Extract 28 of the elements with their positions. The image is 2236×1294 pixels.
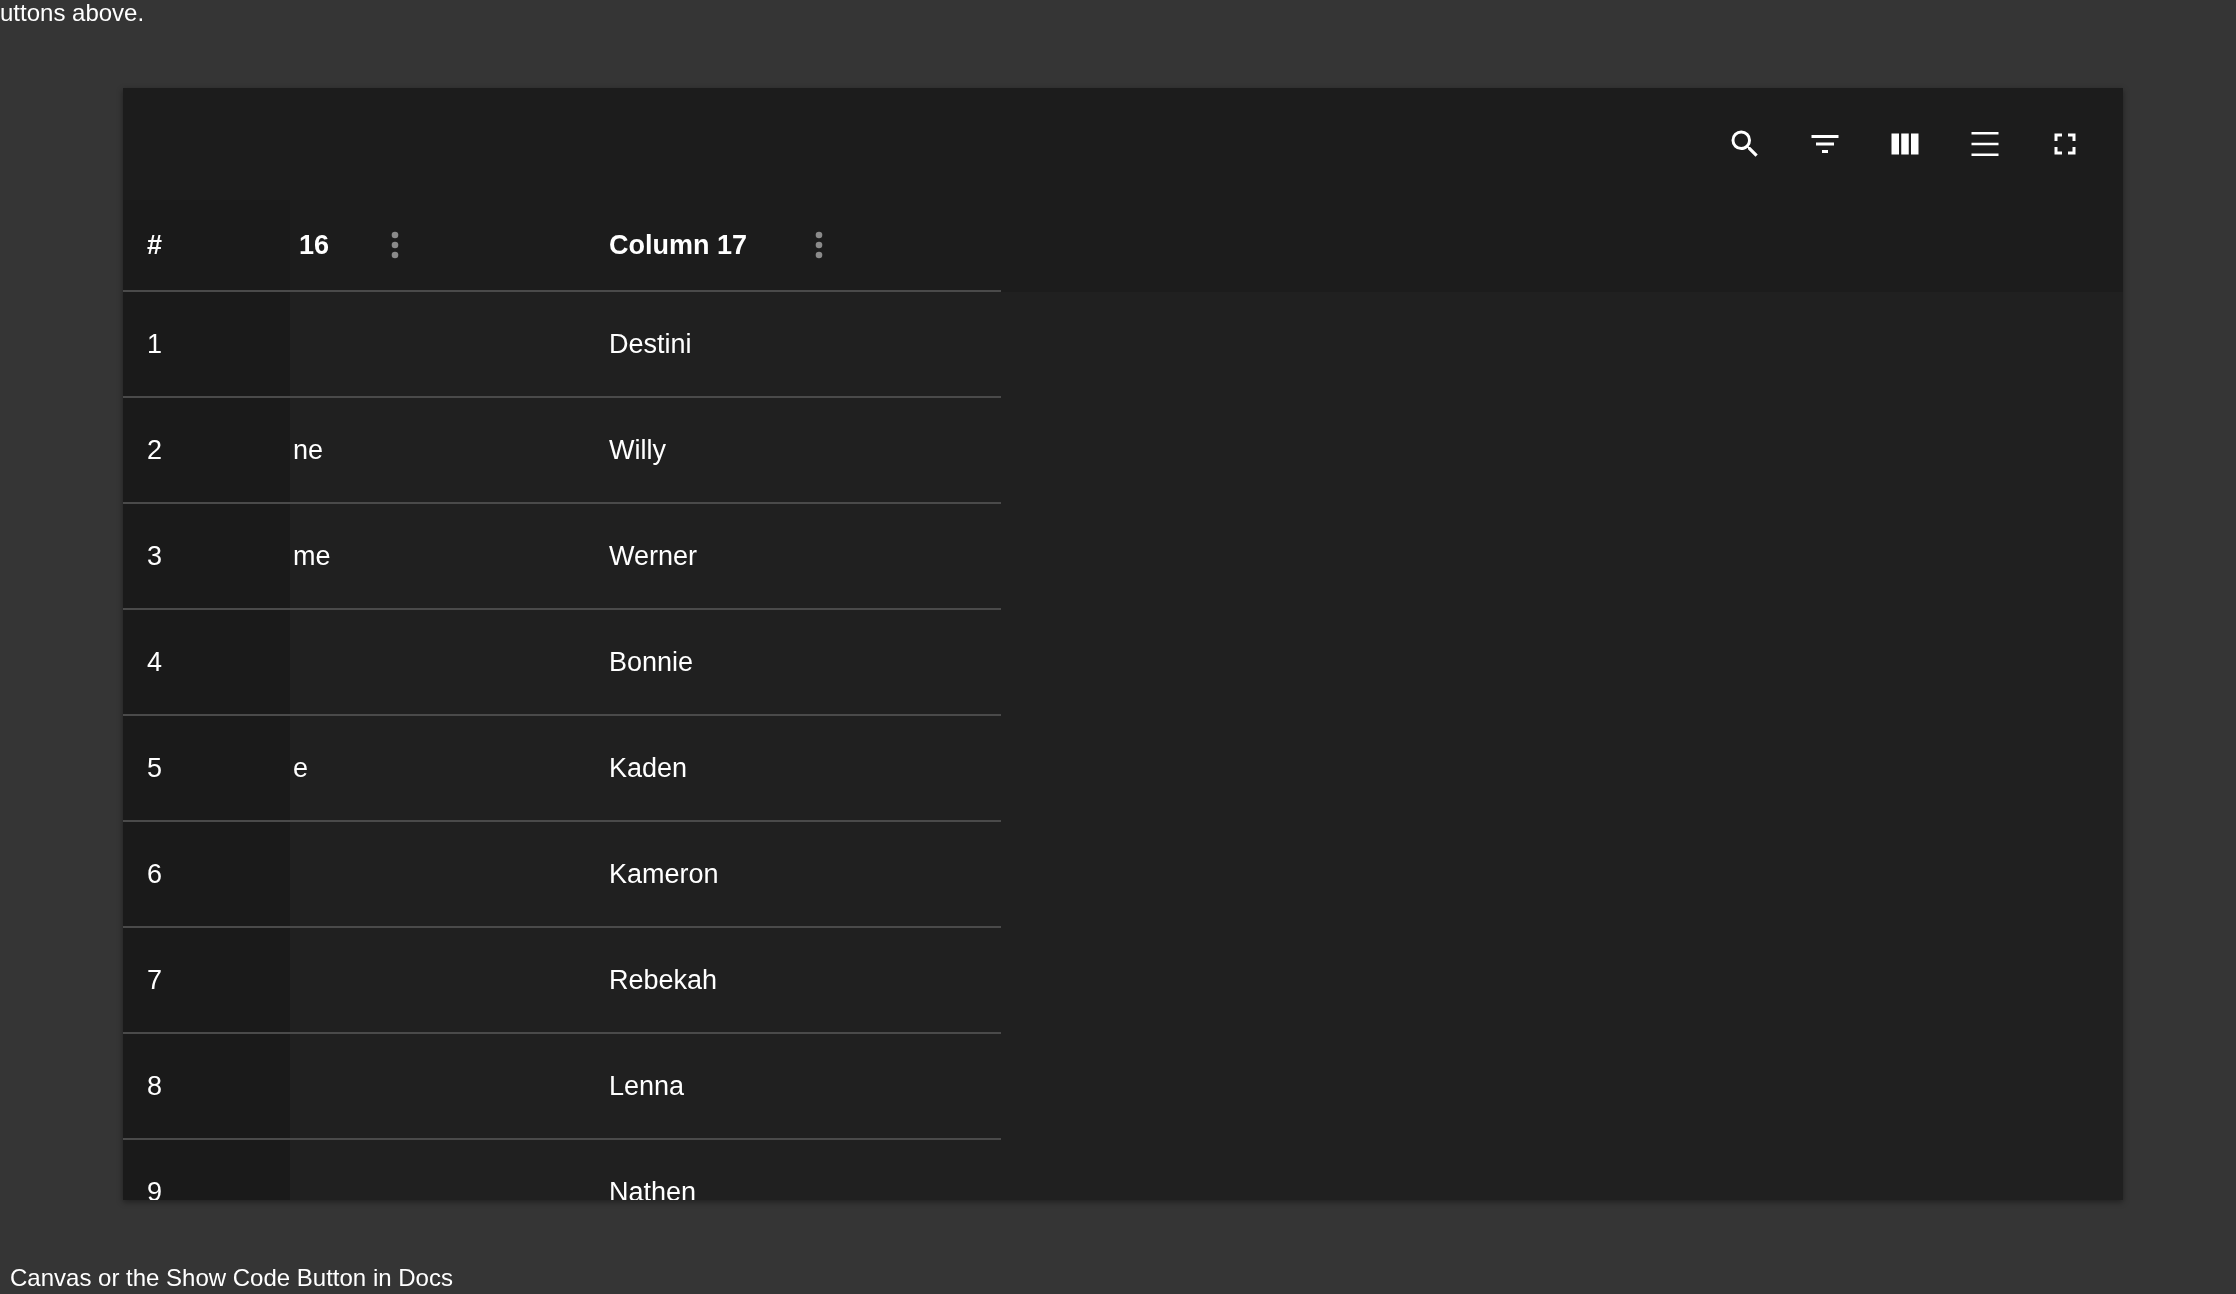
column-header[interactable]: Column 17: [609, 229, 815, 261]
row-number: 4: [147, 646, 163, 678]
row-number: 9: [147, 1176, 163, 1200]
table-cell: e: [293, 752, 309, 784]
instruction-text: uttons above.: [0, 0, 146, 26]
row-number: 6: [147, 858, 163, 890]
row-number: 5: [147, 752, 163, 784]
more-options-icon[interactable]: [391, 231, 399, 259]
table-cell: Nathen: [609, 1176, 697, 1200]
table-cell: Willy: [609, 434, 666, 466]
row-number: 3: [147, 540, 163, 572]
table-cell: ne: [293, 434, 324, 466]
table-cell: Lenna: [609, 1070, 685, 1102]
row-number: 7: [147, 964, 163, 996]
table-cell: Bonnie: [609, 646, 694, 678]
index-header: #: [147, 229, 163, 261]
table-cell: Kameron: [609, 858, 719, 890]
column-header[interactable]: 16: [299, 229, 391, 261]
table-cell: Kaden: [609, 752, 688, 784]
table-cell: Werner: [609, 540, 698, 572]
row-number: 1: [147, 328, 163, 360]
table-cell: Rebekah: [609, 964, 718, 996]
instruction-text: Canvas or the Show Code Button in Docs: [9, 1264, 454, 1293]
more-options-icon[interactable]: [815, 231, 823, 259]
row-number: 2: [147, 434, 163, 466]
table-cell: Destini: [609, 328, 692, 360]
row-number: 8: [147, 1070, 163, 1102]
table-cell: me: [293, 540, 331, 572]
